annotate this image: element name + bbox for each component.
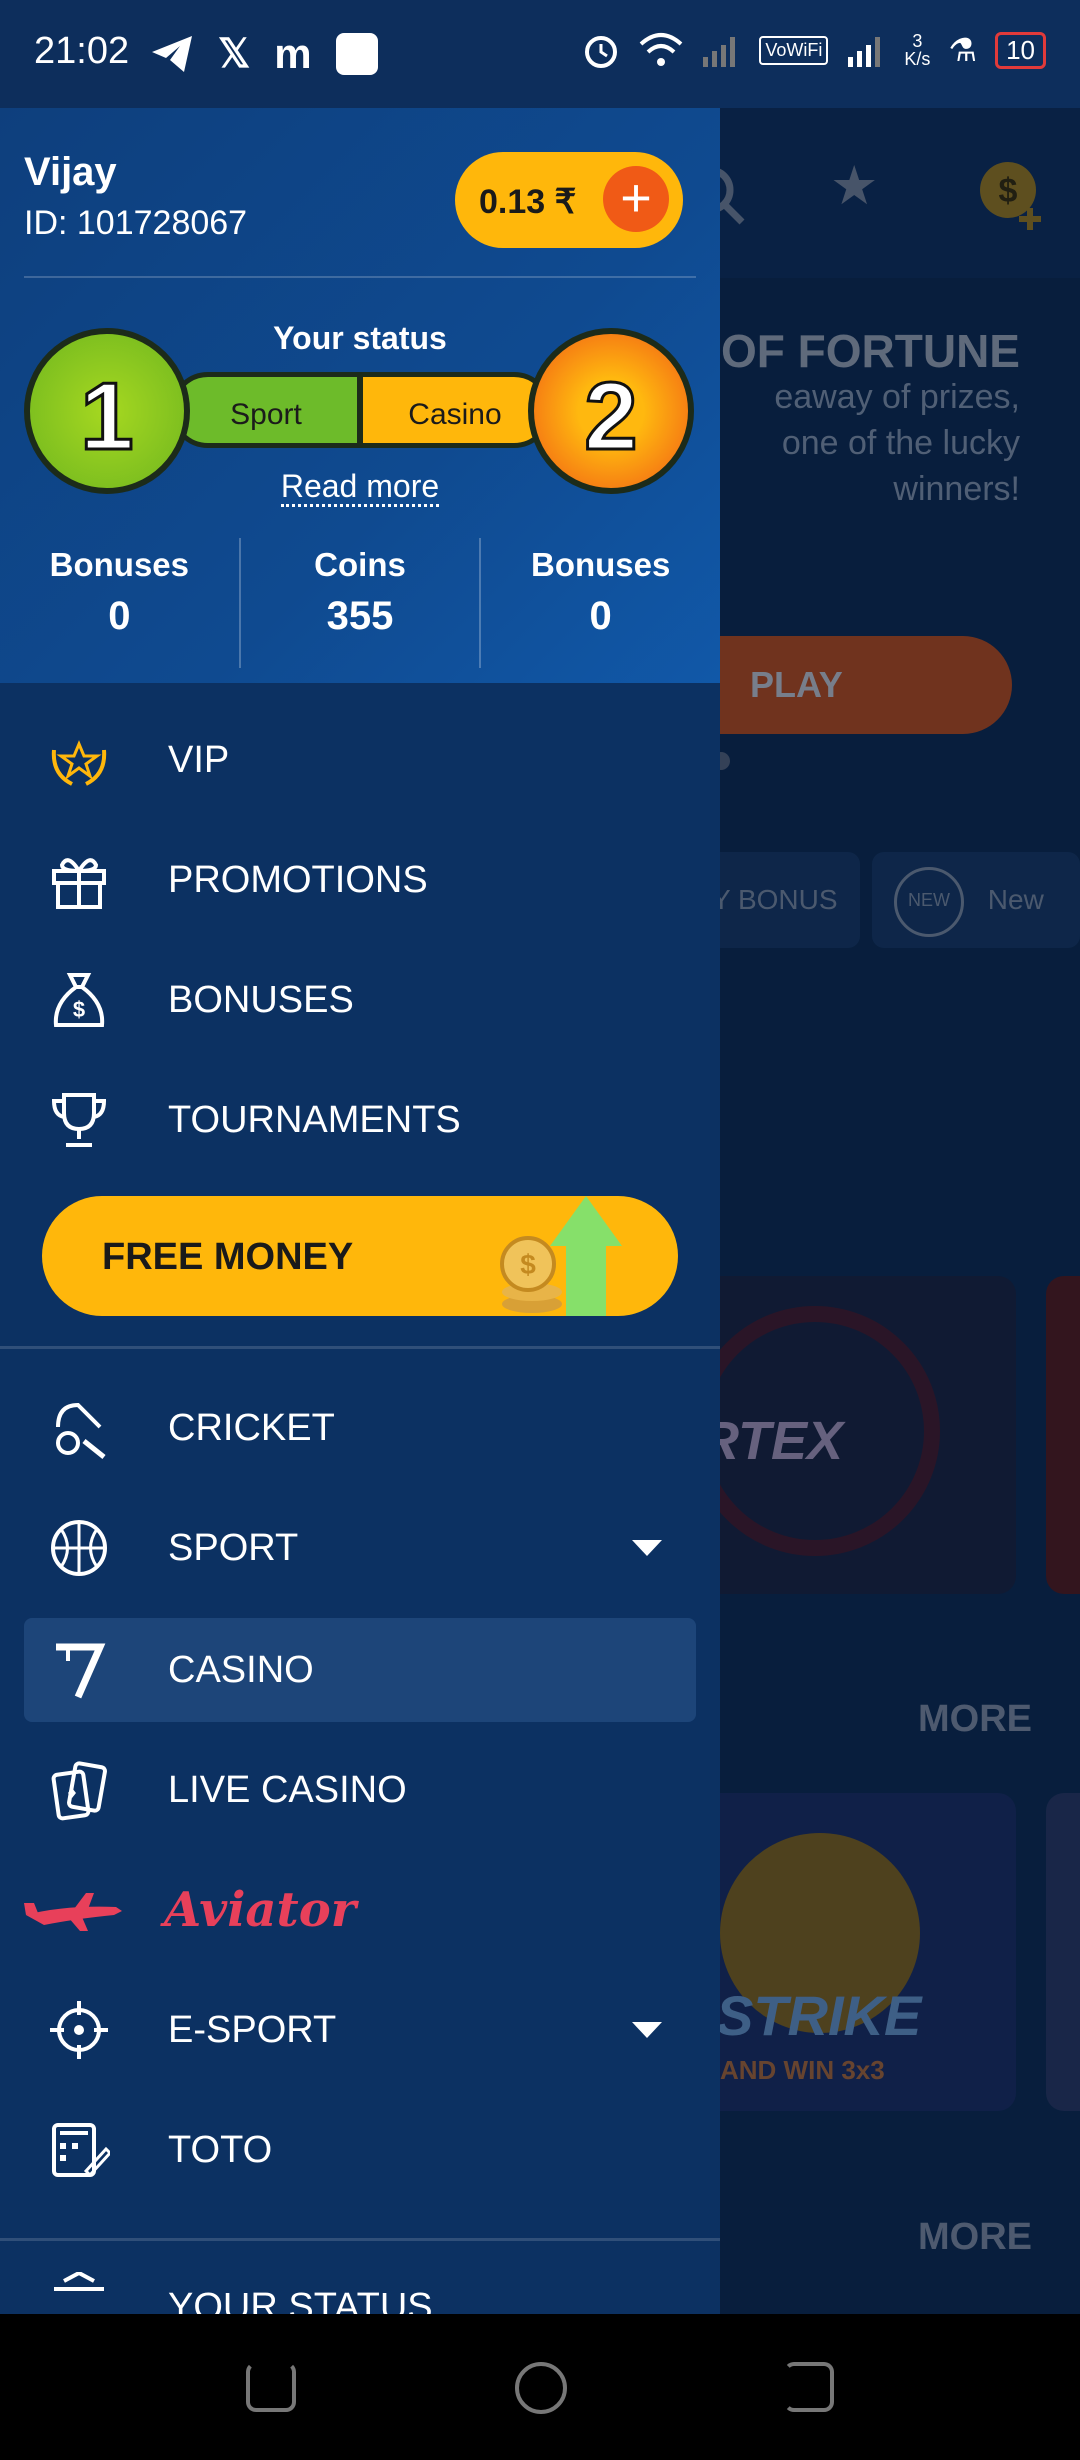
- sport-status-pill[interactable]: Sport: [170, 372, 362, 448]
- aviator-logo: Aviator: [164, 1882, 356, 1938]
- seven-icon: [46, 1637, 112, 1703]
- menu-label: BONUSES: [168, 978, 354, 1021]
- menu-item-vip[interactable]: VIP: [24, 708, 696, 812]
- laurel-star-icon: [46, 727, 112, 793]
- stat-bonuses-sport[interactable]: Bonuses 0: [0, 538, 241, 668]
- profile-header: Vijay ID: 101728067 0.13 ₹ + Your status…: [0, 108, 720, 683]
- menu-separator-2: [0, 2238, 720, 2241]
- menu-item-promotions[interactable]: PROMOTIONS: [24, 828, 696, 932]
- chevron-down-icon[interactable]: [632, 1540, 662, 1556]
- back-button[interactable]: [784, 2362, 834, 2412]
- basketball-icon: [46, 1515, 112, 1581]
- menu-label: PROMOTIONS: [168, 858, 428, 901]
- free-money-button[interactable]: FREE MONEY $: [42, 1196, 678, 1316]
- menu-item-aviator[interactable]: Aviator: [24, 1858, 696, 1962]
- telegram-icon: [152, 36, 192, 72]
- menu-label: SPORT: [168, 1526, 299, 1569]
- status-bar: 21:02 𝕏 m VoWiFi 3 K/s ⚗ 10: [0, 0, 1080, 108]
- net-speed: 3 K/s: [904, 31, 931, 69]
- menu-item-toto[interactable]: TOTO: [24, 2098, 696, 2202]
- balance-amount: 0.13 ₹: [479, 183, 577, 221]
- menu-item-your-status[interactable]: YOUR STATUS: [24, 2272, 696, 2314]
- menu-item-esport[interactable]: E-SPORT: [24, 1978, 696, 2082]
- status-icon: [46, 2272, 112, 2314]
- coins-arrow-icon: $: [500, 1196, 622, 1316]
- trophy-icon: [46, 1087, 112, 1153]
- chevron-down-icon[interactable]: [632, 2022, 662, 2038]
- read-more-link[interactable]: Read more: [0, 468, 720, 507]
- menu-item-casino[interactable]: CASINO: [24, 1618, 696, 1722]
- calculator-icon: [46, 2117, 112, 2183]
- svg-text:$: $: [73, 997, 85, 1022]
- menu-label: YOUR STATUS: [168, 2286, 433, 2314]
- free-money-label: FREE MONEY: [102, 1236, 354, 1278]
- stat-coins[interactable]: Coins 355: [241, 538, 482, 668]
- notification-icons: 𝕏 m: [150, 30, 378, 78]
- m-icon: m: [274, 30, 312, 77]
- x-icon: 𝕏: [218, 32, 251, 76]
- menu-label: CASINO: [168, 1648, 314, 1691]
- menu-label: CRICKET: [168, 1406, 335, 1449]
- balance-button[interactable]: 0.13 ₹ +: [455, 152, 683, 248]
- alarm-icon: [585, 36, 618, 68]
- wifi-icon: [640, 33, 683, 66]
- menu-label: VIP: [168, 738, 230, 781]
- svg-text:$: $: [520, 1249, 536, 1280]
- menu-separator: [0, 1346, 720, 1349]
- user-id: ID: 101728067: [24, 204, 248, 242]
- header-divider: [24, 276, 696, 278]
- system-icons: VoWiFi 3 K/s ⚗ 10: [581, 30, 1046, 70]
- cards-icon: [46, 1757, 112, 1823]
- menu-item-sport[interactable]: SPORT: [24, 1496, 696, 1600]
- menu-item-tournaments[interactable]: TOURNAMENTS: [24, 1068, 696, 1172]
- clock: 21:02: [34, 30, 130, 72]
- deposit-plus-icon[interactable]: +: [603, 166, 669, 232]
- home-button[interactable]: [515, 2362, 567, 2414]
- battery-indicator: 10: [995, 31, 1046, 69]
- menu-item-bonuses[interactable]: $ BONUSES: [24, 948, 696, 1052]
- menu-label: LIVE CASINO: [168, 1768, 407, 1811]
- vowifi-badge: VoWiFi: [759, 35, 829, 65]
- gift-icon: [46, 847, 112, 913]
- app-square-icon: [335, 33, 378, 75]
- crosshair-icon: [46, 1997, 112, 2063]
- stat-bonuses-casino[interactable]: Bonuses 0: [481, 538, 720, 668]
- plane-icon: [24, 1877, 124, 1943]
- money-bag-icon: $: [46, 967, 112, 1033]
- menu-item-cricket[interactable]: CRICKET: [24, 1376, 696, 1480]
- signal-icon: [703, 37, 736, 67]
- recents-button[interactable]: [246, 2362, 296, 2412]
- side-drawer: Vijay ID: 101728067 0.13 ₹ + Your status…: [0, 108, 720, 2314]
- menu-label: E-SPORT: [168, 2008, 337, 2051]
- signal-icon-2: [848, 37, 881, 67]
- system-nav-bar: [0, 2314, 1080, 2460]
- user-name: Vijay: [24, 150, 117, 194]
- menu-item-live-casino[interactable]: LIVE CASINO: [24, 1738, 696, 1842]
- menu-label: TOTO: [168, 2128, 273, 2171]
- flask-icon: ⚗: [948, 32, 978, 68]
- menu-label: TOURNAMENTS: [168, 1098, 461, 1141]
- cricket-icon: [46, 1395, 112, 1461]
- stats-row: Bonuses 0 Coins 355 Bonuses 0: [0, 538, 720, 668]
- casino-status-pill[interactable]: Casino: [358, 372, 552, 448]
